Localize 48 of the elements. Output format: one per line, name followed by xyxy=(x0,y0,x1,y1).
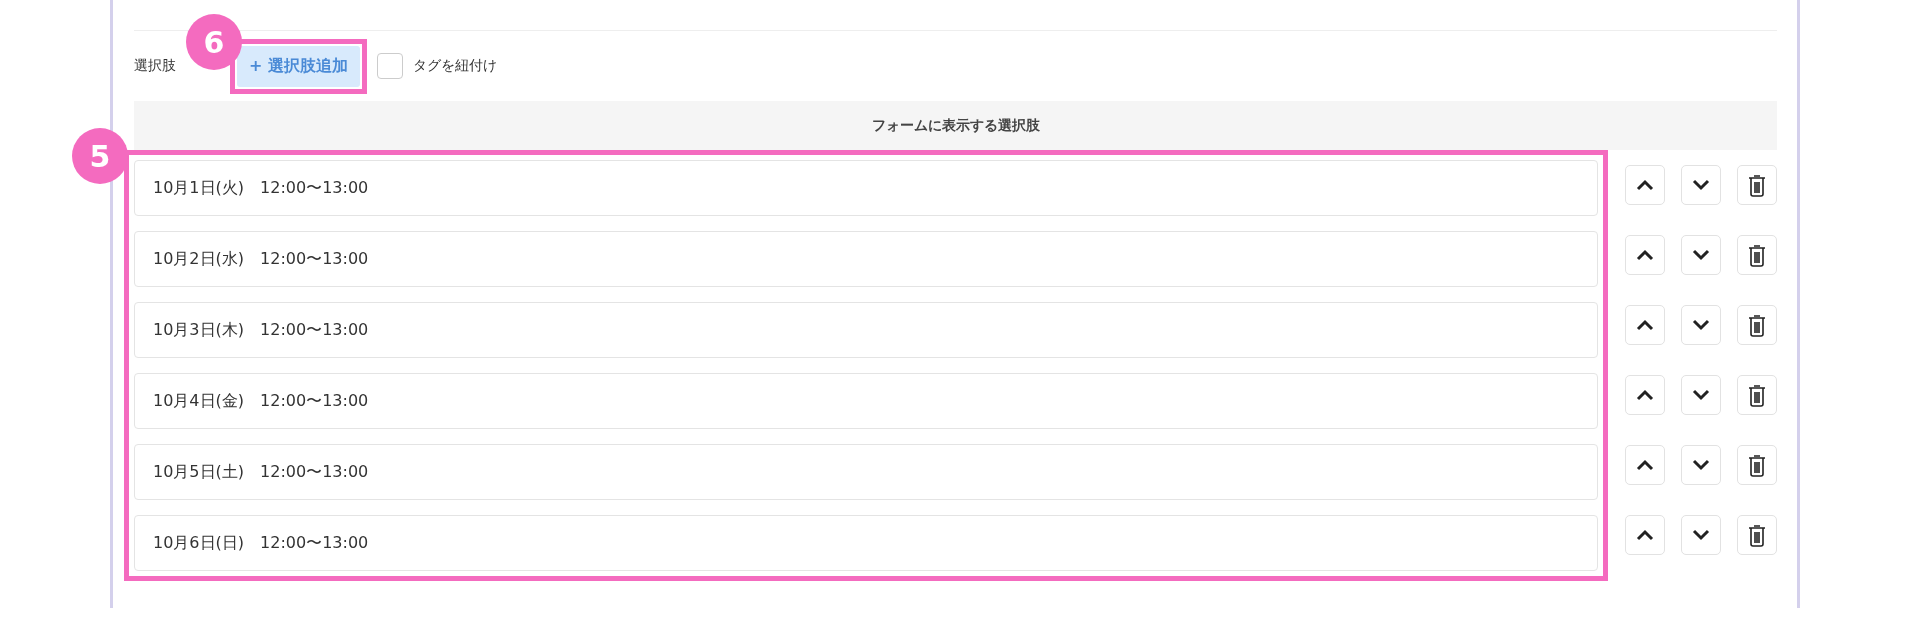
move-up-button[interactable] xyxy=(1625,165,1665,205)
checkbox-label: タグを紐付け xyxy=(413,57,497,75)
move-up-button[interactable] xyxy=(1625,235,1665,275)
chevron-down-icon xyxy=(1692,249,1710,261)
callout-badge: 6 xyxy=(186,14,242,70)
chevron-down-icon xyxy=(1692,459,1710,471)
delete-button[interactable] xyxy=(1737,515,1777,555)
move-up-button[interactable] xyxy=(1625,445,1665,485)
tag-checkbox[interactable] xyxy=(377,53,403,79)
move-up-button[interactable] xyxy=(1625,515,1665,555)
delete-button[interactable] xyxy=(1737,375,1777,415)
trash-icon xyxy=(1748,243,1766,267)
trash-icon xyxy=(1748,173,1766,197)
option-field[interactable]: 10月6日(日) 12:00〜13:00 xyxy=(134,515,1598,571)
list-header: フォームに表示する選択肢 xyxy=(134,101,1777,150)
chevron-down-icon xyxy=(1692,529,1710,541)
option-field[interactable]: 10月5日(土) 12:00〜13:00 xyxy=(134,444,1598,500)
move-up-button[interactable] xyxy=(1625,375,1665,415)
move-down-button[interactable] xyxy=(1681,445,1721,485)
chevron-up-icon xyxy=(1636,389,1654,401)
delete-button[interactable] xyxy=(1737,235,1777,275)
move-down-button[interactable] xyxy=(1681,515,1721,555)
chevron-down-icon xyxy=(1692,179,1710,191)
chevron-down-icon xyxy=(1692,389,1710,401)
chevron-up-icon xyxy=(1636,459,1654,471)
chevron-up-icon xyxy=(1636,179,1654,191)
chevron-up-icon xyxy=(1636,319,1654,331)
move-down-button[interactable] xyxy=(1681,375,1721,415)
option-field[interactable]: 10月4日(金) 12:00〜13:00 xyxy=(134,373,1598,429)
trash-icon xyxy=(1748,383,1766,407)
option-field[interactable]: 10月3日(木) 12:00〜13:00 xyxy=(134,302,1598,358)
chevron-up-icon xyxy=(1636,249,1654,261)
trash-icon xyxy=(1748,453,1766,477)
move-down-button[interactable] xyxy=(1681,305,1721,345)
move-down-button[interactable] xyxy=(1681,165,1721,205)
chevron-down-icon xyxy=(1692,319,1710,331)
move-down-button[interactable] xyxy=(1681,235,1721,275)
delete-button[interactable] xyxy=(1737,445,1777,485)
delete-button[interactable] xyxy=(1737,165,1777,205)
delete-button[interactable] xyxy=(1737,305,1777,345)
option-field[interactable]: 10月2日(水) 12:00〜13:00 xyxy=(134,231,1598,287)
field-label: 選択肢 xyxy=(134,57,177,75)
callout-badge: 5 xyxy=(72,128,128,184)
trash-icon xyxy=(1748,523,1766,547)
chevron-up-icon xyxy=(1636,529,1654,541)
option-field[interactable]: 10月1日(火) 12:00〜13:00 xyxy=(134,160,1598,216)
move-up-button[interactable] xyxy=(1625,305,1665,345)
trash-icon xyxy=(1748,313,1766,337)
